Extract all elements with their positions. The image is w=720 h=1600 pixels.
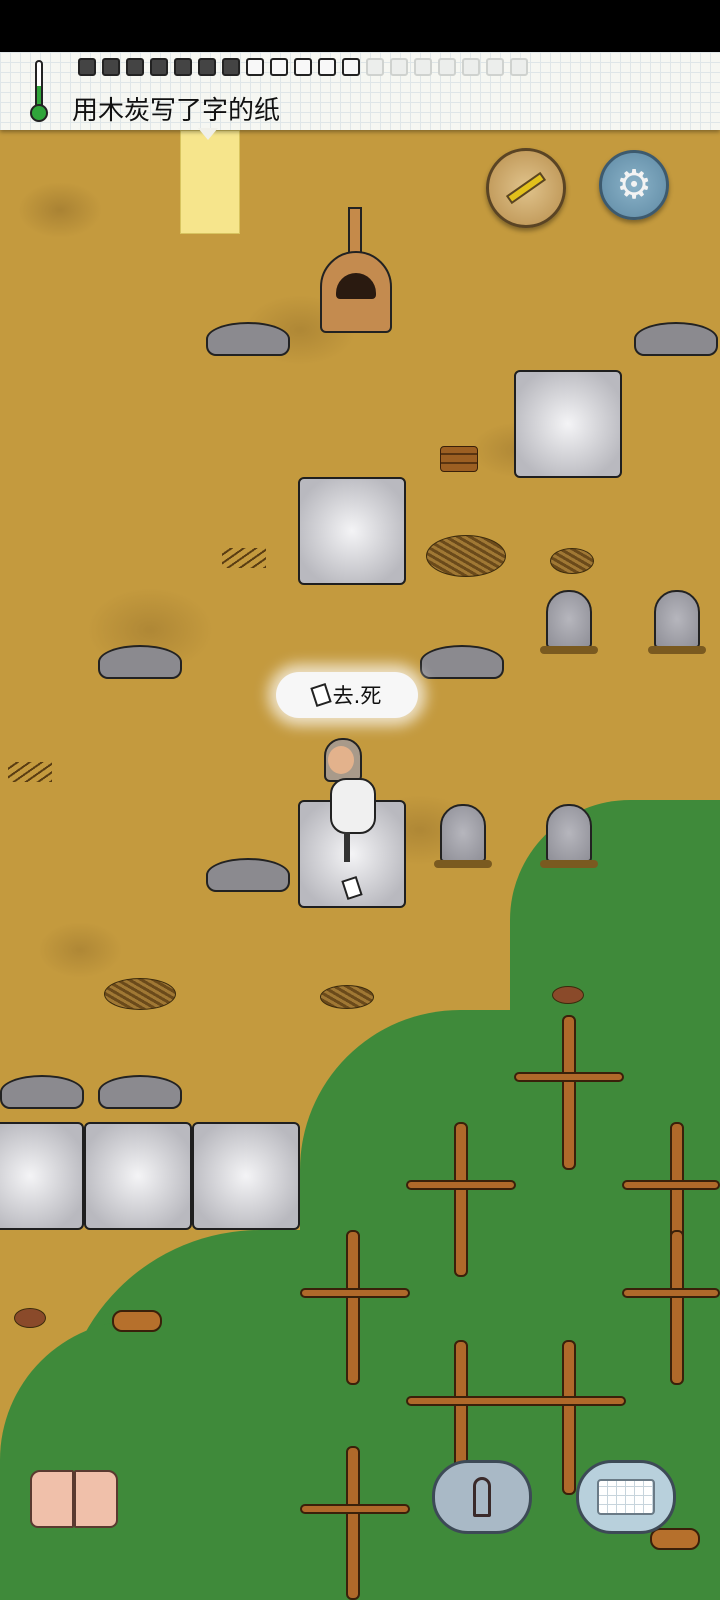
fence-rail xyxy=(622,1180,720,1190)
game-viewport[interactable]: 去.死 用木炭写了字的纸 ⚙ xyxy=(0,0,720,1600)
twigs[interactable] xyxy=(222,548,266,568)
gravestone[interactable] xyxy=(540,804,598,868)
food-pip-empty xyxy=(342,58,360,76)
twigs[interactable] xyxy=(8,762,52,782)
food-pip-full xyxy=(102,58,120,76)
fence-rail xyxy=(300,1504,410,1514)
food-pip-faint xyxy=(366,58,384,76)
held-item-label: 用木炭写了字的纸 xyxy=(72,96,281,126)
food-pip-faint xyxy=(414,58,432,76)
speech-bubble: 去.死 xyxy=(276,672,418,718)
hud-paper-tip xyxy=(198,128,218,140)
food-pip-empty xyxy=(294,58,312,76)
stone-floor-tile[interactable] xyxy=(0,1122,84,1230)
emote-puppet-icon xyxy=(473,1477,491,1517)
big-rock[interactable] xyxy=(420,645,504,679)
stone-floor-tile[interactable] xyxy=(514,370,622,478)
keyboard-button[interactable] xyxy=(576,1460,676,1534)
food-pip-faint xyxy=(438,58,456,76)
food-pip-empty xyxy=(246,58,264,76)
gravestone[interactable] xyxy=(648,590,706,654)
player-sheepskin-coat xyxy=(330,778,376,834)
big-rock[interactable] xyxy=(0,1075,84,1109)
food-pip-empty xyxy=(270,58,288,76)
yellow-note[interactable] xyxy=(180,130,240,234)
gravestone[interactable] xyxy=(540,590,598,654)
speech-text: 去.死 xyxy=(332,684,382,708)
stone-floor-tile[interactable] xyxy=(192,1122,300,1230)
fence-post[interactable] xyxy=(670,1230,684,1385)
nest[interactable] xyxy=(320,985,374,1009)
bowl[interactable] xyxy=(14,1308,46,1328)
food-pip-full xyxy=(126,58,144,76)
big-rock[interactable] xyxy=(206,322,290,356)
compass-button[interactable] xyxy=(486,148,566,228)
food-pip-full xyxy=(78,58,96,76)
food-pip-faint xyxy=(510,58,528,76)
emote-button[interactable] xyxy=(432,1460,532,1534)
food-pip-faint xyxy=(462,58,480,76)
log[interactable] xyxy=(650,1528,700,1550)
tech-tree-book-button[interactable] xyxy=(30,1466,122,1532)
settings-button[interactable]: ⚙ xyxy=(599,150,669,220)
fence-rail xyxy=(300,1288,410,1298)
book-icon-page xyxy=(74,1470,118,1528)
fence-rail xyxy=(406,1396,626,1406)
food-pip-faint xyxy=(486,58,504,76)
keyboard-icon xyxy=(597,1479,655,1515)
paper-note-icon xyxy=(309,683,332,707)
log[interactable] xyxy=(112,1310,162,1332)
big-rock[interactable] xyxy=(634,322,718,356)
thermometer-bulb xyxy=(30,104,48,122)
big-rock[interactable] xyxy=(98,1075,182,1109)
food-pip-faint xyxy=(390,58,408,76)
book-icon xyxy=(30,1470,74,1528)
stone-floor-tile[interactable] xyxy=(84,1122,192,1230)
player-face xyxy=(328,746,354,774)
nest[interactable] xyxy=(550,548,594,574)
player-character[interactable] xyxy=(322,738,382,864)
fence-rail xyxy=(406,1180,516,1190)
gear-icon: ⚙ xyxy=(616,162,652,208)
fence-post[interactable] xyxy=(562,1015,576,1170)
fence-rail xyxy=(514,1072,624,1082)
bowl[interactable] xyxy=(552,986,584,1004)
gravestone[interactable] xyxy=(434,804,492,868)
thermometer-icon xyxy=(30,60,48,124)
straw-pile[interactable] xyxy=(104,978,176,1010)
firewood[interactable] xyxy=(440,446,478,472)
kiln-chimney xyxy=(348,207,362,257)
food-meter xyxy=(78,58,528,78)
fence-post[interactable] xyxy=(346,1446,360,1600)
food-pip-full xyxy=(150,58,168,76)
status-bar xyxy=(0,0,720,52)
fence-post[interactable] xyxy=(346,1230,360,1385)
adobe-kiln[interactable] xyxy=(318,207,394,333)
fence-post[interactable] xyxy=(454,1122,468,1277)
fence-rail xyxy=(622,1288,720,1298)
big-rock[interactable] xyxy=(98,645,182,679)
kindling-pile[interactable] xyxy=(426,535,506,577)
compass-icon xyxy=(505,171,547,205)
big-rock[interactable] xyxy=(206,858,290,892)
food-pip-full xyxy=(222,58,240,76)
stone-floor-tile[interactable] xyxy=(298,477,406,585)
food-pip-full xyxy=(198,58,216,76)
fence-post[interactable] xyxy=(562,1340,576,1495)
food-pip-empty xyxy=(318,58,336,76)
player-leg xyxy=(344,832,350,862)
food-pip-full xyxy=(174,58,192,76)
